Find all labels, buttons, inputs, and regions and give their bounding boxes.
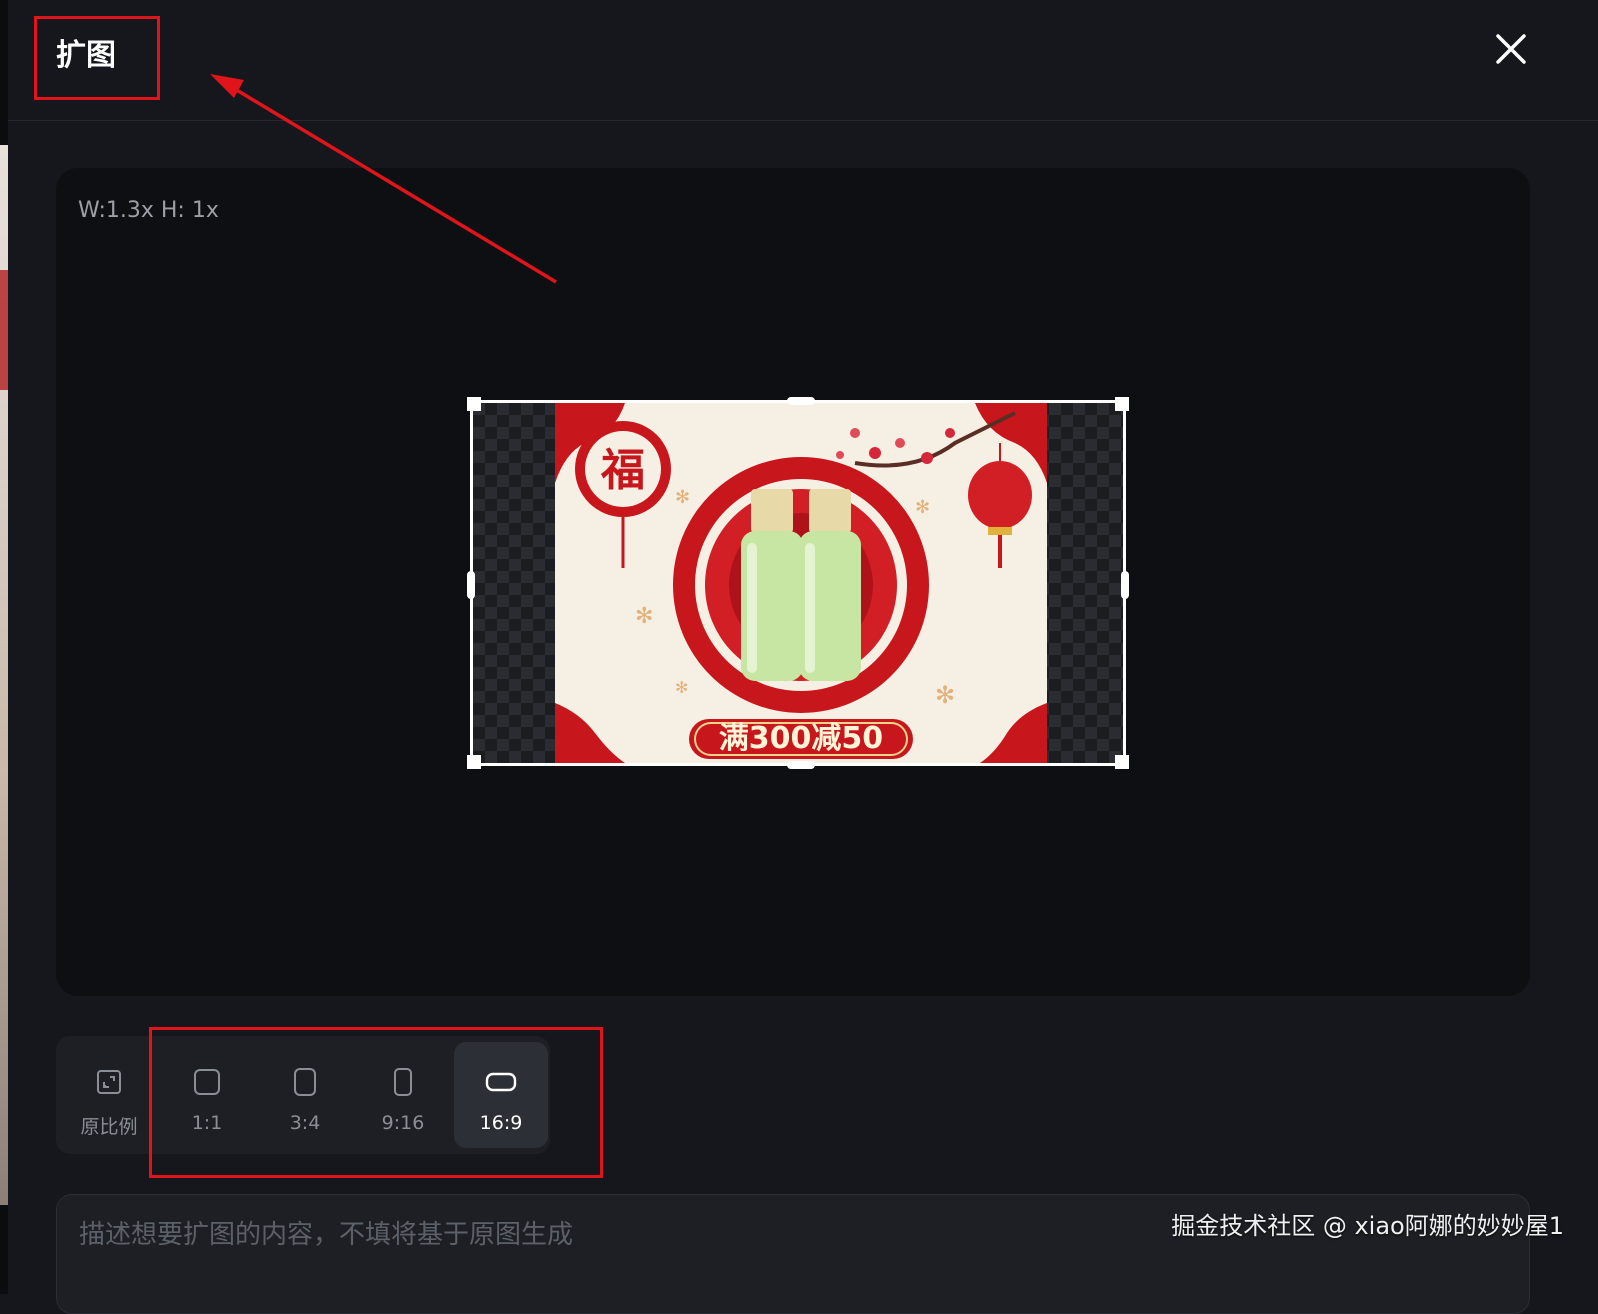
svg-text:✻: ✻ [915, 497, 930, 518]
landscape-16-9-icon [485, 1072, 517, 1092]
watermark: 掘金技术社区 @ xiao阿娜的妙妙屋1 [1171, 1212, 1564, 1240]
close-button[interactable] [1492, 30, 1530, 68]
original-ratio-icon [97, 1070, 121, 1094]
expand-frame[interactable]: 福 ✻ ✻ ✻ ✻ ✻ 满300减50 [467, 397, 1129, 769]
portrait-9-16-icon [394, 1068, 412, 1096]
annotation-title-highlight [34, 16, 160, 100]
resize-handle-bottom-left[interactable] [467, 755, 481, 769]
background-page-peek-accent [0, 270, 8, 390]
image-canvas: W:1.3x H: 1x 福 ✻ ✻ ✻ ✻ ✻ 满300减50 [56, 168, 1530, 996]
close-icon [1496, 34, 1526, 64]
product-image-art: 福 ✻ ✻ ✻ ✻ ✻ [555, 403, 1047, 763]
scale-info: W:1.3x H: 1x [78, 198, 219, 223]
ratio-option-3-4[interactable]: 3:4 [258, 1042, 352, 1148]
fu-badge-text: 福 [600, 445, 645, 496]
resize-handle-left[interactable] [467, 571, 475, 599]
ratio-label-3-4: 3:4 [289, 1112, 321, 1134]
product-image: 福 ✻ ✻ ✻ ✻ ✻ 满300减50 [555, 403, 1047, 763]
background-page-edge [0, 0, 8, 1294]
ratio-label-16-9: 16:9 [479, 1112, 523, 1134]
ratio-label-original: 原比例 [80, 1116, 138, 1138]
ratio-label-9-16: 9:16 [381, 1112, 425, 1134]
resize-handle-bottom-right[interactable] [1115, 755, 1129, 769]
resize-handle-bottom[interactable] [787, 761, 815, 769]
ratio-option-original[interactable]: 原比例 [62, 1042, 156, 1148]
resize-handle-top-left[interactable] [467, 397, 481, 411]
svg-text:✻: ✻ [675, 678, 688, 697]
resize-handle-right[interactable] [1121, 571, 1129, 599]
dialog-header: 扩图 [8, 0, 1598, 121]
ratio-option-1-1[interactable]: 1:1 [160, 1042, 254, 1148]
ratio-option-9-16[interactable]: 9:16 [356, 1042, 450, 1148]
svg-text:✻: ✻ [635, 604, 653, 629]
resize-handle-top[interactable] [787, 397, 815, 405]
resize-handle-top-right[interactable] [1115, 397, 1129, 411]
svg-text:✻: ✻ [675, 487, 690, 508]
promo-text: 满300减50 [718, 721, 884, 756]
ratio-toolbar: 原比例 1:1 3:4 9:16 16:9 [56, 1036, 550, 1154]
portrait-3-4-icon [294, 1068, 316, 1096]
outpaint-dialog: 扩图 W:1.3x H: 1x 福 ✻ ✻ ✻ ✻ ✻ 满300减50 原比例 … [8, 0, 1598, 1314]
svg-text:✻: ✻ [935, 681, 955, 709]
ratio-option-16-9[interactable]: 16:9 [454, 1042, 548, 1148]
square-icon [194, 1069, 220, 1095]
prompt-input[interactable] [79, 1213, 1079, 1257]
ratio-label-1-1: 1:1 [191, 1112, 223, 1134]
